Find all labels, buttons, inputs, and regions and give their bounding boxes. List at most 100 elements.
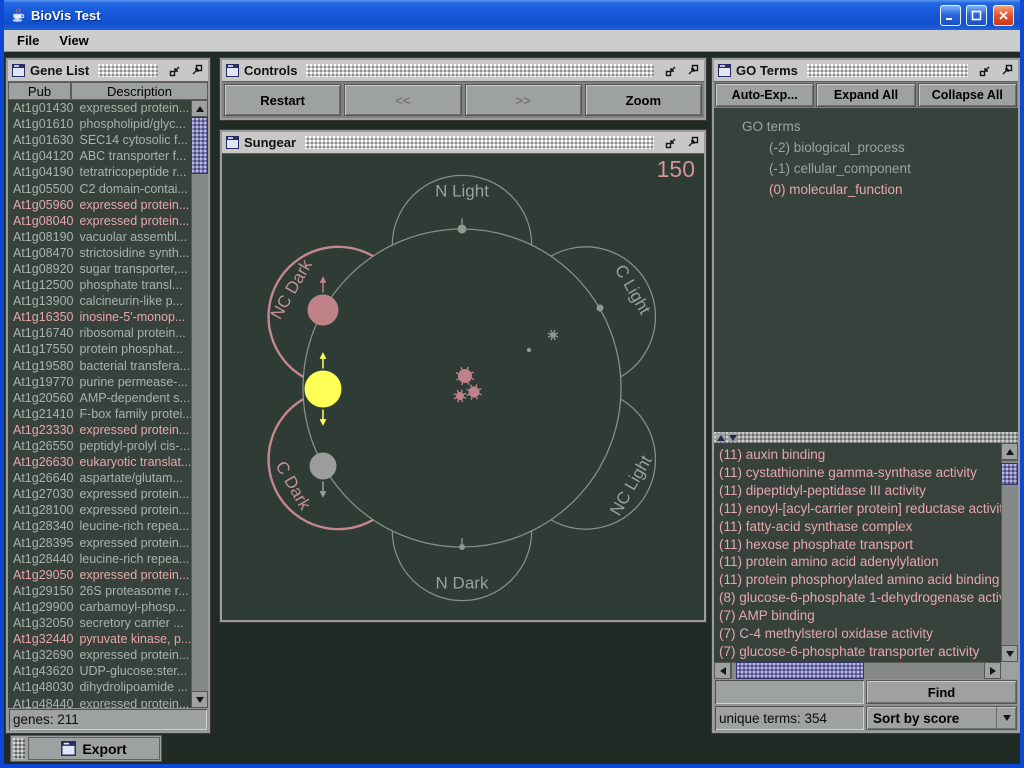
scroll-thumb[interactable] — [736, 662, 864, 679]
gene-list-titlebar[interactable]: Gene List — [8, 60, 208, 82]
table-row[interactable]: At1g16740 ribosomal protein... — [8, 325, 191, 341]
table-row[interactable]: At1g29900 carbamoyl-phosp... — [8, 599, 191, 615]
table-row[interactable]: At1g12500 phosphate transl... — [8, 277, 191, 293]
table-row[interactable]: At1g01610 phospholipid/glyc... — [8, 116, 191, 132]
go-term-item[interactable]: (11) cystathionine gamma-synthase activi… — [719, 464, 1001, 482]
window-titlebar[interactable]: BioVis Test — [4, 0, 1020, 30]
go-term-item[interactable]: (11) enoyl-[acyl-carrier protein] reduct… — [719, 500, 1001, 518]
maximize-button[interactable] — [966, 5, 987, 26]
maximize-frame-icon[interactable] — [188, 63, 204, 79]
table-row[interactable]: At1g26550 peptidyl-prolyl cis-... — [8, 438, 191, 454]
tree-node[interactable]: (0) molecular_function — [742, 179, 1018, 200]
go-terms-titlebar[interactable]: GO Terms — [714, 60, 1018, 82]
table-row[interactable]: At1g05960 expressed protein... — [8, 197, 191, 213]
go-term-item[interactable]: (7) C-4 methylsterol oxidase activity — [719, 625, 1001, 643]
table-row[interactable]: At1g32440 pyruvate kinase, p... — [8, 631, 191, 647]
expand-all-button[interactable]: Expand All — [816, 83, 915, 107]
go-list-vscrollbar[interactable] — [1001, 443, 1018, 662]
table-row[interactable]: At1g23330 expressed protein... — [8, 422, 191, 438]
table-row[interactable]: At1g01630 SEC14 cytosolic f... — [8, 132, 191, 148]
maximize-frame-icon[interactable] — [684, 135, 700, 151]
collapse-all-button[interactable]: Collapse All — [918, 83, 1017, 107]
scroll-track[interactable] — [731, 662, 984, 679]
table-row[interactable]: At1g01430 expressed protein... — [8, 100, 191, 116]
table-row[interactable]: At1g08190 vacuolar assembl... — [8, 229, 191, 245]
auto-expand-button[interactable]: Auto-Exp... — [715, 83, 814, 107]
sungear-canvas[interactable]: N LightC LightNC LightN DarkC DarkNC Dar… — [222, 154, 704, 620]
close-button[interactable] — [993, 5, 1014, 26]
table-row[interactable]: At1g21410 F-box family protei... — [8, 406, 191, 422]
table-row[interactable]: At1g26630 eukaryotic translat... — [8, 454, 191, 470]
column-header-pub[interactable]: Pub — [8, 82, 71, 100]
scroll-up-icon[interactable] — [1001, 443, 1018, 460]
table-row[interactable]: At1g19580 bacterial transfera... — [8, 358, 191, 374]
sort-dropdown[interactable]: Sort by score — [866, 706, 1017, 730]
table-row[interactable]: At1g08920 sugar transporter,... — [8, 261, 191, 277]
restart-button[interactable]: Restart — [224, 84, 341, 116]
scroll-down-icon[interactable] — [1001, 645, 1018, 662]
table-row[interactable]: At1g28100 expressed protein... — [8, 502, 191, 518]
table-row[interactable]: At1g29050 expressed protein... — [8, 567, 191, 583]
prev-button[interactable]: << — [344, 84, 461, 116]
scroll-thumb[interactable] — [191, 117, 208, 174]
go-term-item[interactable]: (11) auxin binding — [719, 446, 1001, 464]
table-row[interactable]: At1g08040 expressed protein... — [8, 213, 191, 229]
table-row[interactable]: At1g32690 expressed protein... — [8, 647, 191, 663]
tree-node[interactable]: (-1) cellular_component — [742, 158, 1018, 179]
go-term-item[interactable]: (7) glucose-6-phosphate transporter acti… — [719, 643, 1001, 661]
table-row[interactable]: At1g48030 dihydrolipoamide ... — [8, 679, 191, 695]
table-row[interactable]: At1g20560 AMP-dependent s... — [8, 390, 191, 406]
tree-root-node[interactable]: GO terms — [742, 116, 1018, 137]
maximize-frame-icon[interactable] — [998, 63, 1014, 79]
split-pane-divider[interactable] — [714, 432, 1018, 443]
menu-file[interactable]: File — [8, 31, 48, 50]
find-input[interactable] — [715, 680, 864, 704]
scroll-up-icon[interactable] — [191, 100, 208, 117]
go-terms-tree[interactable]: GO terms (-2) biological_process (-1) ce… — [714, 108, 1018, 432]
scroll-left-icon[interactable] — [714, 662, 731, 679]
go-list-hscrollbar[interactable] — [714, 662, 1001, 679]
table-row[interactable]: At1g04120 ABC transporter f... — [8, 148, 191, 164]
go-term-item[interactable]: (11) hexose phosphate transport — [719, 536, 1001, 554]
column-header-description[interactable]: Description — [71, 82, 208, 100]
controls-titlebar[interactable]: Controls — [222, 60, 704, 82]
table-row[interactable]: At1g43620 UDP-glucose:ster... — [8, 663, 191, 679]
split-collapse-up-icon[interactable] — [716, 433, 725, 442]
table-row[interactable]: At1g13900 calcineurin-like p... — [8, 293, 191, 309]
table-row[interactable]: At1g19770 purine permease-... — [8, 374, 191, 390]
scroll-right-icon[interactable] — [984, 662, 1001, 679]
go-term-item[interactable]: (11) fatty-acid synthase complex — [719, 518, 1001, 536]
scroll-thumb[interactable] — [1001, 463, 1018, 485]
toolbar-grip[interactable] — [13, 738, 25, 759]
table-row[interactable]: At1g29150 26S proteasome r... — [8, 583, 191, 599]
next-button[interactable]: >> — [465, 84, 582, 116]
iconify-icon[interactable] — [977, 63, 993, 79]
go-term-item[interactable]: (11) dipeptidyl-peptidase III activity — [719, 482, 1001, 500]
table-row[interactable]: At1g26640 aspartate/glutam... — [8, 470, 191, 486]
table-row[interactable]: At1g48440 expressed protein... — [8, 695, 191, 708]
split-collapse-down-icon[interactable] — [728, 433, 737, 442]
iconify-icon[interactable] — [663, 63, 679, 79]
zoom-button[interactable]: Zoom — [585, 84, 702, 116]
find-button[interactable]: Find — [866, 680, 1017, 704]
table-row[interactable]: At1g27030 expressed protein... — [8, 486, 191, 502]
iconify-icon[interactable] — [167, 63, 183, 79]
tree-node[interactable]: (-2) biological_process — [742, 137, 1018, 158]
table-row[interactable]: At1g17550 protein phosphat... — [8, 341, 191, 357]
table-row[interactable]: At1g28395 expressed protein... — [8, 535, 191, 551]
gene-table-body[interactable]: At1g01430 expressed protein... At1g01610… — [8, 100, 191, 708]
table-row[interactable]: At1g28440 leucine-rich repea... — [8, 551, 191, 567]
table-row[interactable]: At1g05500 C2 domain-contai... — [8, 180, 191, 196]
table-row[interactable]: At1g16350 inosine-5'-monop... — [8, 309, 191, 325]
table-row[interactable]: At1g32050 secretory carrier ... — [8, 615, 191, 631]
minimize-button[interactable] — [940, 5, 961, 26]
sungear-titlebar[interactable]: Sungear — [222, 132, 704, 154]
scroll-track[interactable] — [1001, 460, 1018, 645]
go-term-item[interactable]: (7) AMP binding — [719, 607, 1001, 625]
sungear-canvas-area[interactable]: N LightC LightNC LightN DarkC DarkNC Dar… — [222, 154, 704, 620]
go-term-item[interactable]: (11) protein amino acid adenylylation — [719, 553, 1001, 571]
table-row[interactable]: At1g08470 strictosidine synth... — [8, 245, 191, 261]
table-row[interactable]: At1g28340 leucine-rich repea... — [8, 518, 191, 534]
menu-view[interactable]: View — [50, 31, 97, 50]
iconify-icon[interactable] — [663, 135, 679, 151]
